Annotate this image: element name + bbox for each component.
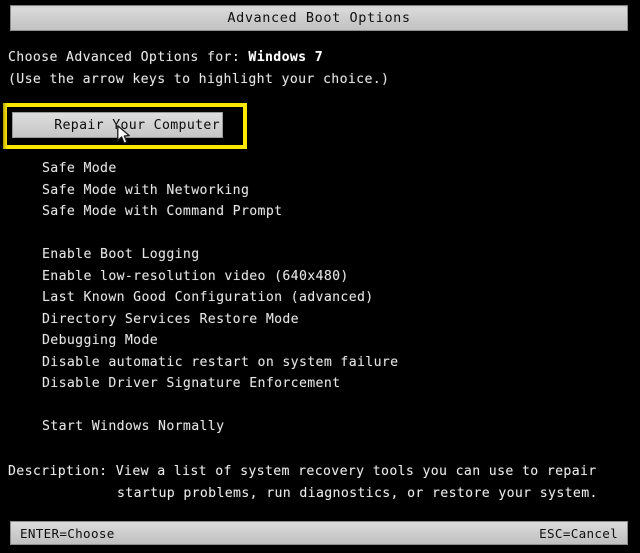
description-line-1: Description: View a list of system recov… <box>8 464 597 479</box>
menu-item[interactable]: Last Known Good Configuration (advanced) <box>42 287 602 309</box>
enter-choose-label[interactable]: ENTER=Choose <box>20 526 115 541</box>
selected-item-label: Repair Your Computer <box>54 117 220 133</box>
window-title: Advanced Boot Options <box>227 10 411 26</box>
menu-item[interactable]: Directory Services Restore Mode <box>42 309 602 331</box>
choose-options-prefix: Choose Advanced Options for: <box>8 50 249 65</box>
boot-options-menu: Safe Mode Safe Mode with Networking Safe… <box>42 158 602 438</box>
menu-item[interactable]: Enable Boot Logging <box>42 244 602 266</box>
menu-item[interactable]: Debugging Mode <box>42 330 602 352</box>
menu-item[interactable]: Enable low-resolution video (640x480) <box>42 266 602 288</box>
window-title-bar: Advanced Boot Options <box>10 5 628 31</box>
arrow-keys-hint: (Use the arrow keys to highlight your ch… <box>8 72 390 87</box>
status-bar: ENTER=Choose ESC=Cancel <box>10 521 628 545</box>
os-name: Windows 7 <box>248 50 324 65</box>
mouse-pointer-icon <box>117 125 130 144</box>
menu-item[interactable]: Safe Mode with Networking <box>42 180 602 202</box>
esc-cancel-label[interactable]: ESC=Cancel <box>539 526 618 541</box>
menu-spacer <box>42 223 602 245</box>
menu-item[interactable]: Disable automatic restart on system fail… <box>42 352 602 374</box>
description-block: Description: View a list of system recov… <box>8 461 598 505</box>
menu-spacer <box>42 395 602 417</box>
description-line-2: startup problems, run diagnostics, or re… <box>117 486 598 501</box>
menu-item[interactable]: Safe Mode with Command Prompt <box>42 201 602 223</box>
menu-item[interactable]: Safe Mode <box>42 158 602 180</box>
menu-item[interactable]: Start Windows Normally <box>42 416 602 438</box>
menu-item[interactable]: Disable Driver Signature Enforcement <box>42 373 602 395</box>
choose-options-line: Choose Advanced Options for: Windows 7 <box>8 50 323 65</box>
advanced-boot-options-screen: Advanced Boot Options Choose Advanced Op… <box>0 0 640 553</box>
